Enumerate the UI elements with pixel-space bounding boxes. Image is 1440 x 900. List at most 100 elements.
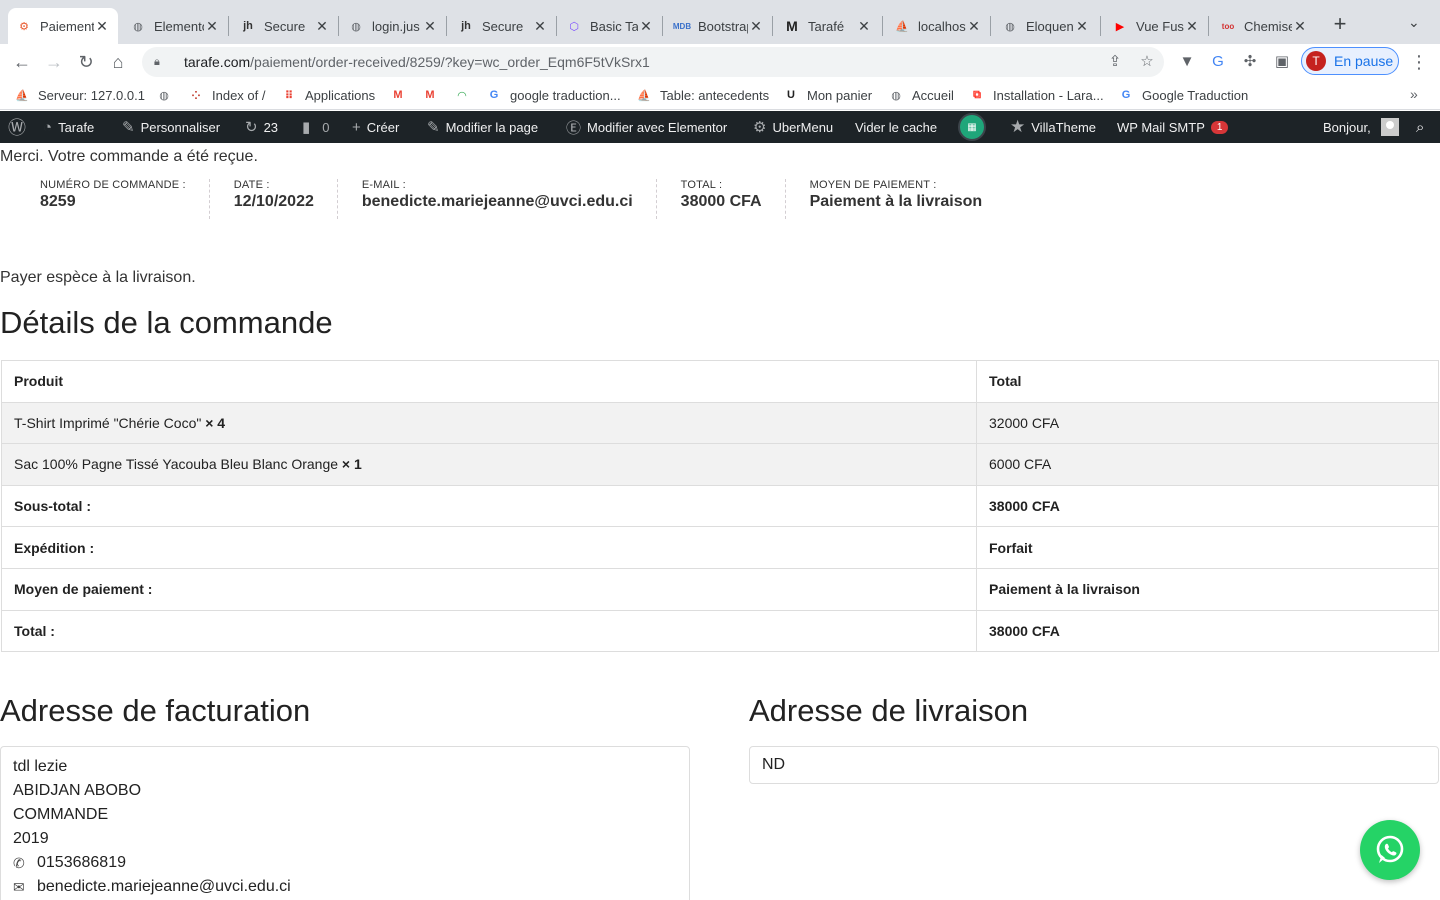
new-tab-button[interactable]: + [1330,12,1350,36]
close-icon[interactable]: ✕ [638,18,654,35]
bookmark-rainbow[interactable]: ◠ [454,85,478,105]
bookmark-google-translate[interactable]: G Google Traduction [1118,85,1249,105]
chevron-double-right-icon[interactable]: » [1410,86,1418,102]
kebab-menu-icon[interactable]: ⋮ [1410,50,1428,74]
bookmark-gmail-1[interactable]: M [390,85,414,105]
gmail-icon: M [393,89,403,101]
tab-title: Paiement [40,18,94,34]
whatsapp-chat-button[interactable] [1360,820,1420,880]
close-icon[interactable]: ✕ [204,18,220,35]
tab-tarafe[interactable]: M Tarafé ✕ [776,8,880,44]
overview-date: Date : 12/10/2022 [210,179,338,219]
clear-cache-link[interactable]: Vider le cache [855,111,937,143]
tab-secure-1[interactable]: jh Secure ✕ [232,8,338,44]
overview-value: benedicte.mariejeanne@uvci.edu.ci [361,193,633,210]
address-bar[interactable]: 🔒︎ tarafe.com/paiement/order-received/82… [142,47,1164,77]
bookmark-serveur[interactable]: ⛵ Serveur: 127.0.0.1 [14,85,145,105]
jh-icon: jh [461,20,471,32]
tab-localhost[interactable]: ⛵ localhost ✕ [886,8,990,44]
overview-label: Numéro de commande : [40,179,186,191]
globe-icon: ◍ [351,20,361,33]
chevron-down-icon[interactable]: ⌄ [1408,14,1420,31]
tab-login[interactable]: ◍ login.jus ✕ [340,8,446,44]
villatheme-link[interactable]: ★ VillaTheme [1010,111,1096,143]
product-name[interactable]: T-Shirt Imprimé "Chérie Coco" [14,415,201,431]
product-name[interactable]: Sac 100% Pagne Tissé Yacouba Bleu Blanc … [14,456,338,472]
globe-icon: ◍ [891,89,901,102]
close-icon[interactable]: ✕ [1074,18,1090,35]
phone-icon: ✆ [13,855,25,871]
close-icon[interactable]: ✕ [422,18,438,35]
ubermenu-link[interactable]: ⚙ UberMenu [753,111,833,143]
my-account-link[interactable]: Bonjour, [1323,111,1399,143]
bookmark-label: Google Traduction [1142,87,1249,103]
reload-button[interactable]: ↻ [74,50,98,74]
bookmark-accueil[interactable]: ◍ Accueil [888,85,954,105]
bookmark-label: google traduction... [510,87,621,103]
new-content-link[interactable]: + Créer [352,111,399,143]
bookmark-installation-laravel[interactable]: ⧉ Installation - Lara... [969,85,1104,105]
side-panel-icon[interactable]: ▣ [1270,50,1294,74]
m-icon: M [786,18,798,34]
u-icon: U [787,89,795,101]
bookmark-globe[interactable]: ◍ [156,85,180,105]
comments-link[interactable]: ▮ 0 [302,111,330,143]
tab-chemise[interactable]: too Chemise ✕ [1212,8,1316,44]
wordpress-logo-button[interactable]: Ⓦ [8,111,32,143]
search-button[interactable]: ⌕ [1416,111,1430,143]
tab-vue-fusion[interactable]: ▶ Vue Fus ✕ [1104,8,1208,44]
bookmark-label: Applications [305,87,376,103]
bookmark-mon-panier[interactable]: U Mon panier [783,85,872,105]
bookmark-applications[interactable]: ⠿ Applications [281,85,375,105]
browser-tab-strip: ⚙ Paiement ✕ ◍ Elementor ✕ jh Secure ✕ ◍… [0,0,1440,44]
close-icon[interactable]: ✕ [94,18,110,35]
youtube-icon: ▶ [1115,20,1125,33]
vue-devtools-icon[interactable]: ▼ [1175,50,1199,74]
bookmark-gmail-2[interactable]: M [422,85,446,105]
back-button[interactable]: ← [10,50,34,74]
close-icon[interactable]: ✕ [532,18,548,35]
close-icon[interactable]: ✕ [966,18,982,35]
profile-button[interactable]: T En pause [1301,47,1399,75]
billing-phone-value: 0153686819 [37,854,126,871]
tab-eloquent[interactable]: ◍ Eloquent ✕ [994,8,1098,44]
home-button[interactable]: ⌂ [106,50,130,74]
tab-basic-table[interactable]: ⬡ Basic Ta ✕ [558,8,662,44]
close-icon[interactable]: ✕ [856,18,872,35]
total-value: 38000 CFA [976,609,1439,653]
share-icon[interactable]: ⇪ [1103,50,1127,74]
brush-icon: ✎ [122,119,135,136]
edit-with-elementor-link[interactable]: Ⓔ Modifier avec Elementor [566,111,727,143]
bookmark-table-antecedents[interactable]: ⛵ Table: antecedents [636,85,769,105]
plugin-status-icon[interactable]: ▦ [958,113,986,141]
overview-order-number: Numéro de commande : 8259 [16,179,210,219]
tab-paiement[interactable]: ⚙ Paiement ✕ [8,8,118,44]
star-icon[interactable]: ☆ [1135,50,1159,74]
total-label: Total : [1,609,977,653]
subtotal-label: Sous-total : [1,484,977,528]
shipping-address-box: ND [749,746,1439,784]
updates-link[interactable]: ↻ 23 [245,111,278,143]
tab-elementor[interactable]: ◍ Elementor ✕ [122,8,228,44]
close-icon[interactable]: ✕ [1184,18,1200,35]
close-icon[interactable]: ✕ [1292,18,1308,35]
table-row: Sac 100% Pagne Tissé Yacouba Bleu Blanc … [1,443,1439,486]
translate-icon[interactable]: G [1206,50,1230,74]
site-name-link[interactable]: ◔ Tarafe [43,111,94,143]
billing-address-title: Adresse de facturation [0,693,311,728]
wp-mail-smtp-link[interactable]: WP Mail SMTP 1 [1117,111,1229,143]
forward-button[interactable]: → [42,50,66,74]
tab-secure-2[interactable]: jh Secure ✕ [450,8,556,44]
tab-title: Bootstrap [698,18,748,34]
extensions-icon[interactable]: ✣ [1238,50,1262,74]
close-icon[interactable]: ✕ [314,18,330,35]
edit-page-link[interactable]: ✎ Modifier la page [427,111,538,143]
customize-link[interactable]: ✎ Personnaliser [122,111,220,143]
overview-label: Total : [680,179,723,191]
close-icon[interactable]: ✕ [748,18,764,35]
avatar [1380,118,1399,136]
tab-bootstrap[interactable]: MDB Bootstrap ✕ [666,8,772,44]
rainbow-icon: ◠ [457,89,467,102]
bookmark-google-traduction[interactable]: Ggoogle traduction... [486,85,621,105]
bookmark-index[interactable]: ⁘ Index of / [188,85,265,105]
